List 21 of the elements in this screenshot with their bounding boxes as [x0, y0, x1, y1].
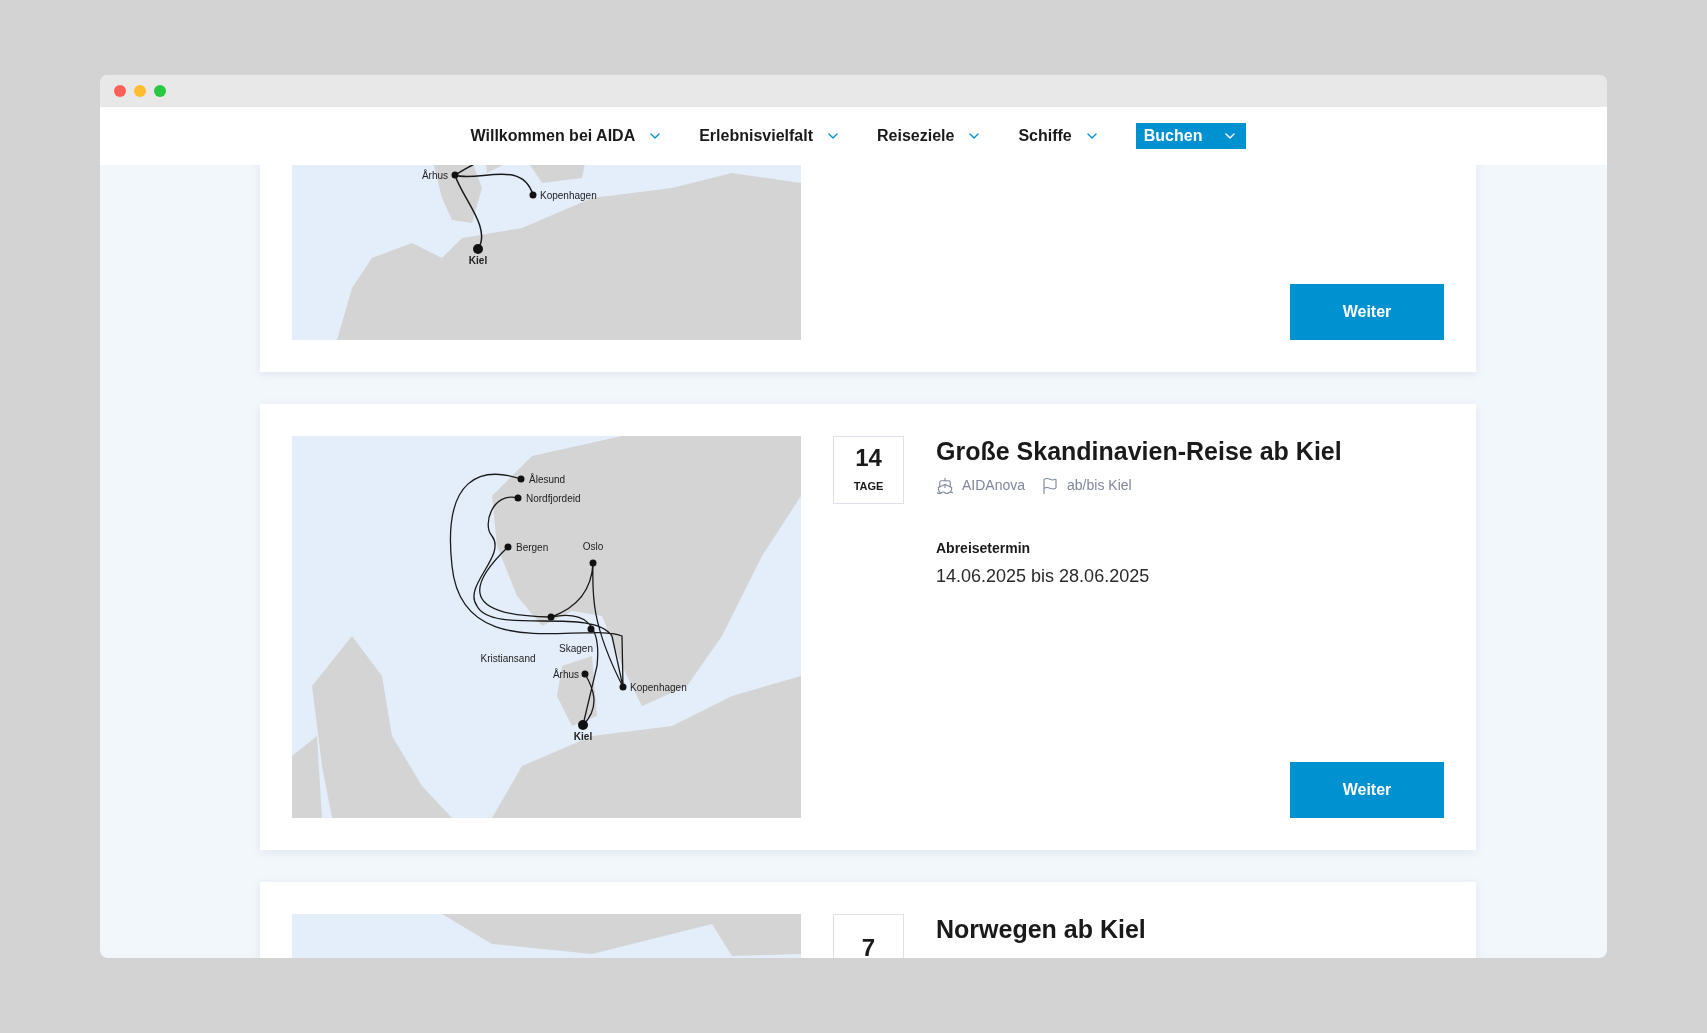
continue-button[interactable]: Weiter [1290, 762, 1444, 818]
nav-menu-button[interactable]: Buchen [1135, 123, 1247, 149]
route-text: ab/bis Kiel [1067, 476, 1132, 496]
days-label: TAGE [853, 478, 884, 494]
flag-icon [1041, 476, 1060, 495]
date-range: 14.06.2025 bis 28.06.2025 [936, 565, 1151, 589]
nav-menu-item[interactable]: Schiffe [1018, 124, 1100, 148]
days-count: 7 [861, 936, 876, 958]
days-count: 14 [855, 445, 882, 470]
ship-name: AIDAnova [962, 476, 1026, 496]
continue-button[interactable]: Weiter [1290, 284, 1444, 340]
minimize-window-control[interactable] [134, 85, 146, 97]
date-label: Abreisetermin [936, 539, 1032, 559]
zoom-window-control[interactable] [154, 85, 166, 97]
ship-icon [936, 476, 954, 495]
close-window-control[interactable] [114, 85, 126, 97]
nav-menu-item[interactable]: Erlebnisvielfalt [699, 124, 841, 148]
nav-menu-item[interactable]: Willkommen bei AIDA [470, 124, 664, 148]
nav-menu-item[interactable]: Reiseziele [877, 124, 983, 148]
cruise-title: Norwegen ab Kiel [936, 914, 1147, 945]
cruise-title: Große Skandinavien-Reise ab Kiel [936, 436, 1343, 467]
